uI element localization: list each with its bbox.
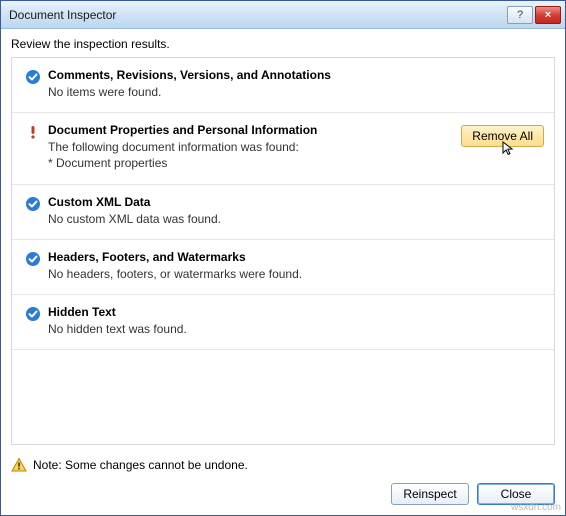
section-text: Custom XML Data No custom XML data was f… bbox=[44, 195, 544, 227]
close-icon: × bbox=[545, 9, 551, 21]
instruction-text: Review the inspection results. bbox=[1, 29, 565, 57]
warning-icon bbox=[11, 457, 27, 473]
button-label: Reinspect bbox=[403, 487, 456, 501]
section-hidden-text: Hidden Text No hidden text was found. bbox=[12, 295, 554, 350]
section-text: Document Properties and Personal Informa… bbox=[44, 123, 451, 171]
check-icon bbox=[25, 251, 41, 267]
section-title: Document Properties and Personal Informa… bbox=[48, 123, 451, 137]
section-subitem: * Document properties bbox=[48, 155, 451, 171]
section-title: Comments, Revisions, Versions, and Annot… bbox=[48, 68, 544, 82]
section-body: No items were found. bbox=[48, 84, 544, 100]
section-title: Headers, Footers, and Watermarks bbox=[48, 250, 544, 264]
status-icon-col bbox=[22, 305, 44, 322]
section-body: The following document information was f… bbox=[48, 139, 451, 155]
reinspect-button[interactable]: Reinspect bbox=[391, 483, 469, 505]
note-row: Note: Some changes cannot be undone. bbox=[11, 457, 555, 473]
help-icon: ? bbox=[517, 9, 523, 21]
section-custom-xml: Custom XML Data No custom XML data was f… bbox=[12, 185, 554, 240]
remove-all-button[interactable]: Remove All bbox=[461, 125, 544, 147]
button-label: Close bbox=[501, 487, 532, 501]
check-icon bbox=[25, 69, 41, 85]
section-comments: Comments, Revisions, Versions, and Annot… bbox=[12, 58, 554, 113]
section-text: Headers, Footers, and Watermarks No head… bbox=[44, 250, 544, 282]
footer: Note: Some changes cannot be undone. Rei… bbox=[1, 451, 565, 515]
section-title: Custom XML Data bbox=[48, 195, 544, 209]
exclamation-icon bbox=[25, 124, 41, 140]
status-icon-col bbox=[22, 68, 44, 85]
watermark: wsxdn.com bbox=[511, 502, 561, 513]
button-row: Reinspect Close bbox=[11, 483, 555, 505]
dialog-window: Document Inspector ? × Review the inspec… bbox=[0, 0, 566, 516]
section-doc-properties: Document Properties and Personal Informa… bbox=[12, 113, 554, 184]
status-icon-col bbox=[22, 195, 44, 212]
section-body: No headers, footers, or watermarks were … bbox=[48, 266, 544, 282]
titlebar: Document Inspector ? × bbox=[1, 1, 565, 29]
section-text: Hidden Text No hidden text was found. bbox=[44, 305, 544, 337]
window-title: Document Inspector bbox=[9, 8, 507, 22]
status-icon-col bbox=[22, 250, 44, 267]
section-action-col: Remove All bbox=[451, 123, 544, 147]
window-buttons: ? × bbox=[507, 6, 561, 24]
help-button[interactable]: ? bbox=[507, 6, 533, 24]
note-text: Note: Some changes cannot be undone. bbox=[33, 458, 248, 472]
section-text: Comments, Revisions, Versions, and Annot… bbox=[44, 68, 544, 100]
section-body: No custom XML data was found. bbox=[48, 211, 544, 227]
section-headers-footers: Headers, Footers, and Watermarks No head… bbox=[12, 240, 554, 295]
status-icon-col bbox=[22, 123, 44, 140]
check-icon bbox=[25, 196, 41, 212]
window-close-button[interactable]: × bbox=[535, 6, 561, 24]
check-icon bbox=[25, 306, 41, 322]
button-label: Remove All bbox=[472, 129, 533, 143]
section-title: Hidden Text bbox=[48, 305, 544, 319]
section-body: No hidden text was found. bbox=[48, 321, 544, 337]
results-panel: Comments, Revisions, Versions, and Annot… bbox=[11, 57, 555, 445]
